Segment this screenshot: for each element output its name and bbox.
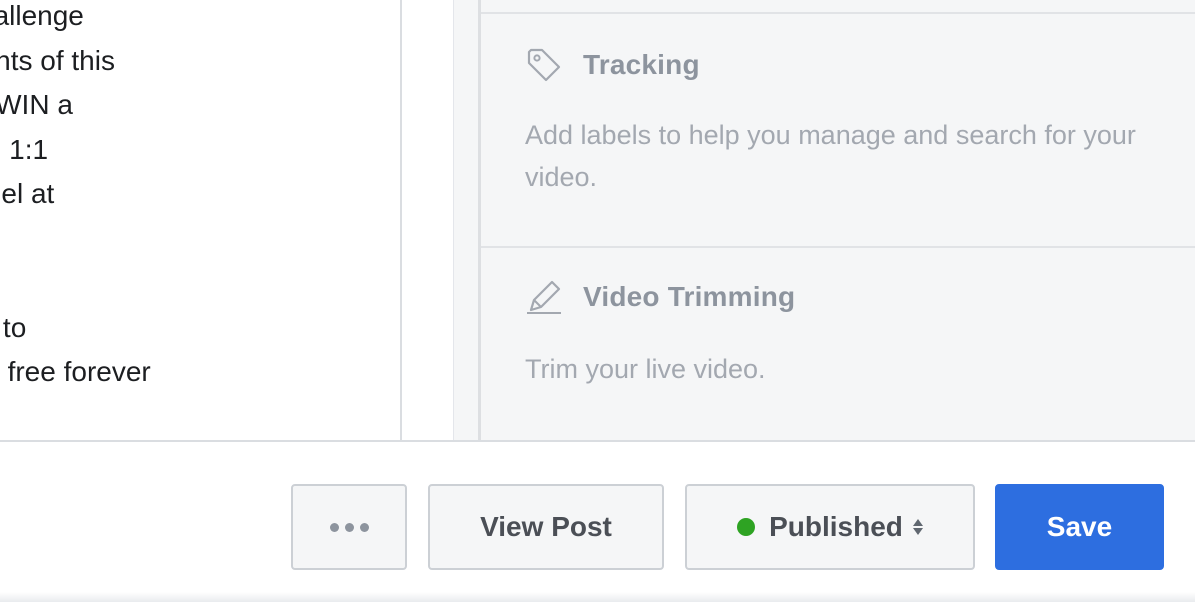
description-line: challenge bbox=[0, 0, 84, 31]
footer-edge bbox=[0, 592, 1195, 602]
dialog-footer: View Post Published Save bbox=[0, 440, 1195, 602]
publish-status-dropdown[interactable]: Published bbox=[685, 484, 975, 570]
description-line: ive free forever bbox=[7, 356, 151, 387]
video-trimming-section[interactable]: Video Trimming Trim your live video. bbox=[481, 248, 1195, 440]
more-options-button[interactable] bbox=[291, 484, 407, 570]
description-line: up to bbox=[2, 311, 27, 343]
tracking-section[interactable]: Tracking Add labels to help you manage a… bbox=[481, 14, 1195, 246]
sort-arrows-icon bbox=[912, 519, 923, 535]
description-panel[interactable]: challenge pants of this to WIN a ing 1:1… bbox=[0, 0, 402, 440]
save-button[interactable]: Save bbox=[995, 484, 1164, 570]
status-label: Published bbox=[769, 511, 903, 542]
status-indicator bbox=[737, 518, 756, 536]
edit-post-dialog: challenge pants of this to WIN a ing 1:1… bbox=[0, 0, 1195, 602]
video-trimming-header[interactable]: Video Trimming bbox=[525, 278, 795, 316]
tag-icon bbox=[525, 46, 563, 84]
description-text[interactable]: challenge pants of this to WIN a ing 1:1… bbox=[0, 0, 400, 395]
panel-gutter bbox=[402, 0, 454, 440]
pen-icon bbox=[525, 278, 563, 316]
video-trimming-description: Trim your live video. bbox=[525, 354, 766, 384]
tracking-header[interactable]: Tracking bbox=[525, 46, 700, 84]
view-post-button[interactable]: View Post bbox=[428, 484, 664, 570]
description-line: pants of this bbox=[0, 44, 115, 76]
description-line: nniel at bbox=[0, 178, 55, 209]
settings-panel: Tracking Add labels to help you manage a… bbox=[454, 0, 1195, 440]
settings-list: Tracking Add labels to help you manage a… bbox=[478, 0, 1195, 440]
tracking-description: Add labels to help you manage and search… bbox=[525, 120, 1136, 192]
tracking-title: Tracking bbox=[583, 49, 700, 80]
video-trimming-title: Video Trimming bbox=[583, 281, 796, 312]
ellipsis-icon bbox=[329, 522, 369, 532]
description-line: to WIN a bbox=[0, 89, 73, 120]
description-line: ing 1:1 bbox=[0, 133, 49, 165]
